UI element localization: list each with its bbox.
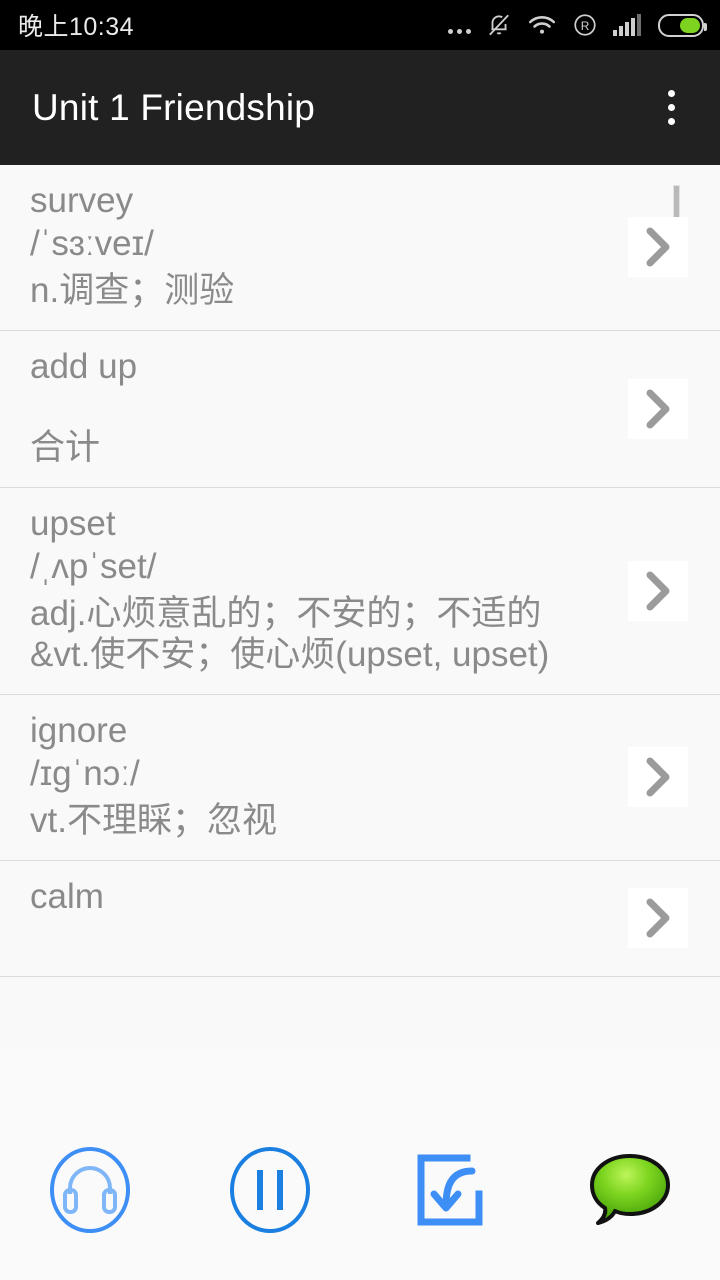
phonetic-text [30, 392, 720, 428]
green-speech-bubble-icon [582, 1142, 678, 1243]
import-arrow-icon [404, 1144, 496, 1241]
chevron-right-icon[interactable] [628, 378, 688, 439]
list-item[interactable]: ignore /ɪɡˈnɔː/ vt.不理睬；忽视 [0, 695, 720, 861]
import-button[interactable] [360, 1105, 540, 1280]
word-text: upset [30, 503, 116, 543]
bell-muted-icon [486, 12, 512, 38]
meaning-text: 合计 [30, 427, 101, 467]
status-clock: 晚上10:34 [18, 13, 135, 41]
roaming-r-icon: R [572, 12, 598, 38]
headphones-button[interactable] [0, 1105, 180, 1280]
word-text: add up [30, 346, 138, 386]
pause-button[interactable] [180, 1105, 360, 1280]
phonetic-text: /ˈsɜːveɪ/ [30, 224, 154, 263]
meaning-text [30, 958, 720, 976]
pause-circle-icon [224, 1144, 316, 1241]
status-icon-tray: R [448, 12, 707, 38]
app-title-bar: Unit 1 Friendship [0, 50, 720, 165]
chevron-right-icon[interactable] [628, 217, 688, 278]
bottom-toolbar [0, 1105, 720, 1280]
wifi-icon [527, 13, 557, 37]
chevron-right-icon[interactable] [628, 560, 688, 621]
page-title: Unit 1 Friendship [32, 86, 316, 128]
battery-icon [658, 13, 707, 37]
word-text: survey [30, 181, 134, 220]
chevron-right-icon[interactable] [628, 888, 688, 949]
svg-text:R: R [581, 19, 590, 33]
word-list[interactable]: survey /ˈsɜːveɪ/ n.调查；测验 add up 合计 upset… [0, 165, 720, 1048]
phonetic-text: /ɪɡˈnɔː/ [30, 753, 140, 793]
list-item[interactable]: add up 合计 [0, 331, 720, 488]
phonetic-text [30, 922, 720, 958]
status-bar: 晚上10:34 R [0, 0, 720, 50]
phonetic-text: /ˌʌpˈset/ [30, 546, 157, 586]
headphones-circle-icon [44, 1144, 136, 1241]
meaning-text: n.调查；测验 [30, 271, 235, 310]
meaning-text: vt.不理睬；忽视 [30, 800, 277, 840]
list-item[interactable]: upset /ˌʌpˈset/ adj.心烦意乱的；不安的；不适的 &vt.使不… [0, 488, 720, 695]
chevron-right-icon[interactable] [628, 747, 688, 808]
more-dots-icon [448, 13, 471, 37]
word-text: ignore [30, 710, 128, 750]
list-item[interactable]: survey /ˈsɜːveɪ/ n.调查；测验 [0, 165, 720, 331]
app-screen: 晚上10:34 R Unit 1 Friendship survey /ˈsɜː… [0, 0, 720, 1280]
overflow-menu-icon[interactable] [648, 80, 694, 136]
word-text: calm [30, 876, 104, 916]
signal-bars-icon [613, 13, 643, 37]
chat-button[interactable] [540, 1105, 720, 1280]
list-item[interactable]: calm [0, 861, 720, 977]
meaning-text: adj.心烦意乱的；不安的；不适的 &vt.使不安；使心烦(upset, ups… [30, 593, 550, 674]
